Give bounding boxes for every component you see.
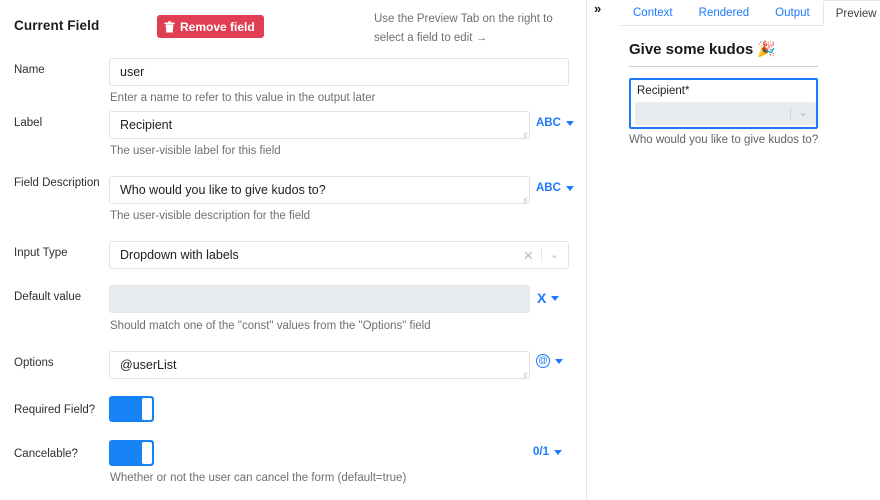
current-field-editor-panel: Current Field Remove field Use the Previ… [0,0,587,500]
name-input[interactable] [109,58,569,86]
setting-label-input-type: Input Type [14,247,68,259]
resize-grip-icon [520,369,528,378]
setting-row-cancelable: Cancelable? 0/1 Whether or not the user … [0,433,586,484]
chevron-down-icon [551,295,560,301]
preview-field-label: Recipient* [637,85,690,97]
remove-field-label: Remove field [180,19,255,34]
setting-label-label: Label [14,117,43,129]
label-input-value: Recipient [120,118,173,132]
setting-row-input-type: Input Type Dropdown with labels ✕ ⌄ [0,235,586,279]
cancelable-toggle[interactable] [109,440,154,466]
setting-label-field-description: Field Description [14,177,100,189]
at-icon: @ [536,354,550,368]
page-title: Current Field [14,18,100,33]
remove-field-button[interactable]: Remove field [157,15,264,38]
cancelable-toggle-wrap [109,440,154,466]
preview-field-description: Who would you like to give kudos to? [629,134,819,146]
label-input-wrap: Recipient [109,111,530,139]
label-type-adornment[interactable]: ABC [536,117,574,129]
input-type-select[interactable]: Dropdown with labels ✕ ⌄ [109,241,569,269]
setting-label-cancelable: Cancelable? [14,448,78,460]
editor-header: Current Field Remove field Use the Previ… [0,0,586,52]
editor-hint-text: Use the Preview Tab on the right to sele… [374,13,553,44]
default-value-helper-text: Should match one of the "const" values f… [110,320,431,332]
tab-preview[interactable]: Preview [822,0,880,26]
options-value: @userList [120,358,177,372]
setting-row-field-description: Field Description Who would you like to … [0,170,586,235]
field-settings-rows: Name Enter a name to refer to this value… [0,52,586,484]
options-input[interactable]: @userList [109,351,530,379]
name-helper-text: Enter a name to refer to this value in t… [110,92,376,104]
preview-tabbar: Context Rendered Output Preview [620,0,880,26]
chevron-down-icon [565,120,574,126]
cancelable-type-value: 0/1 [533,446,549,458]
required-field-toggle[interactable] [109,396,154,422]
required-field-toggle-wrap [109,396,154,422]
tab-output[interactable]: Output [762,0,823,25]
chevron-double-right-icon[interactable]: » [594,1,601,17]
toggle-knob [142,442,152,464]
cancelable-helper-text: Whether or not the user can cancel the f… [110,472,407,484]
default-value-clear-adornment[interactable]: X [537,290,560,306]
setting-label-name: Name [14,64,45,76]
preview-panel: » Context Rendered Output Preview Give s… [587,0,880,500]
field-description-type-value: ABC [536,182,561,194]
setting-label-default-value: Default value [14,291,82,303]
tab-rendered[interactable]: Rendered [686,0,763,25]
resize-grip-icon [520,194,528,203]
trash-icon [164,20,175,33]
tab-context[interactable]: Context [620,0,686,25]
field-description-input-wrap: Who would you like to give kudos to? [109,176,530,204]
label-helper-text: The user-visible label for this field [110,145,281,157]
setting-label-required-field: Required Field? [14,404,96,416]
setting-row-required-field: Required Field? [0,389,586,433]
toggle-knob [142,398,152,420]
label-type-value: ABC [536,117,561,129]
default-value-input-wrap [109,285,530,313]
field-description-input[interactable]: Who would you like to give kudos to? [109,176,530,204]
chevron-down-icon [555,358,563,364]
chevron-down-icon [565,185,574,191]
setting-row-name: Name Enter a name to refer to this value… [0,52,586,105]
input-type-value: Dropdown with labels [120,248,239,262]
setting-row-options: Options @userList @ [0,345,586,389]
default-value-input[interactable] [109,285,530,313]
close-icon: X [537,290,547,306]
close-icon[interactable]: ✕ [516,249,541,262]
label-input[interactable]: Recipient [109,111,530,139]
field-description-helper-text: The user-visible description for the fie… [110,210,311,222]
setting-row-default-value: Default value X Should match one of the … [0,279,586,345]
field-description-type-adornment[interactable]: ABC [536,182,574,194]
form-builder-app: Current Field Remove field Use the Previ… [0,0,880,500]
setting-label-options: Options [14,357,54,369]
chevron-down-icon[interactable]: ⌄ [542,249,568,261]
chevron-down-icon[interactable]: ⌄ [791,108,816,119]
chevron-down-icon [554,449,562,455]
options-type-adornment[interactable]: @ [536,354,563,368]
resize-grip-icon [520,129,528,138]
input-type-select-wrap: Dropdown with labels ✕ ⌄ [109,241,569,269]
preview-form-title: Give some kudos 🎉 [629,41,777,58]
preview-field-recipient[interactable]: Recipient* ⌄ [629,78,818,129]
setting-row-label: Label Recipient ABC The user-visible lab… [0,105,586,170]
cancelable-type-adornment[interactable]: 0/1 [533,446,562,458]
preview-field-select[interactable]: ⌄ [635,102,816,125]
name-input-wrap [109,58,569,86]
options-input-wrap: @userList [109,351,530,379]
field-description-value: Who would you like to give kudos to? [120,183,326,197]
title-divider [629,66,818,67]
